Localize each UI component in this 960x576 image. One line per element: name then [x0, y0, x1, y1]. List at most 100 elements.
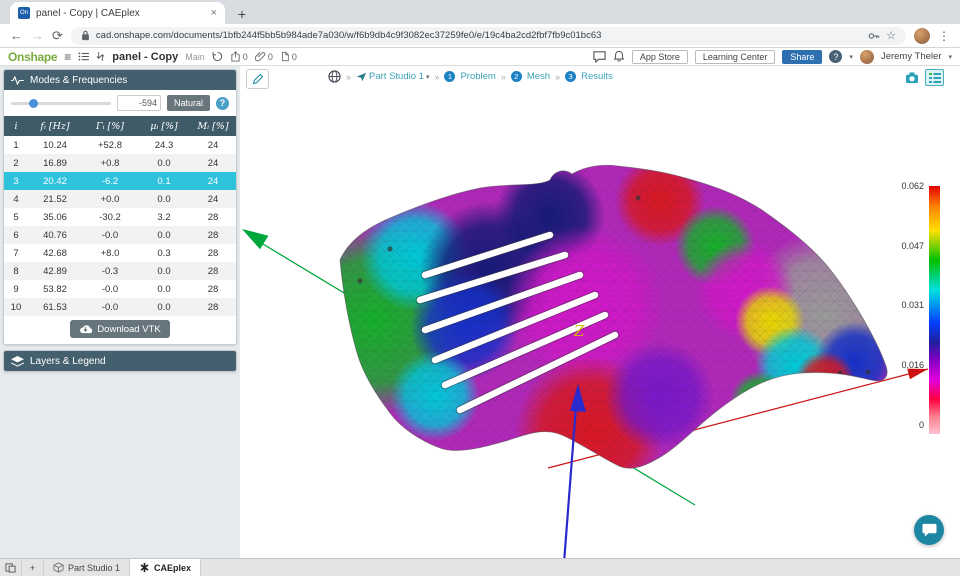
notifications-bell-icon[interactable] — [613, 50, 625, 63]
col-header-gamma[interactable]: Γᵢ [%] — [82, 116, 138, 136]
table-cell: -0.0 — [82, 298, 138, 316]
back-icon[interactable]: ← — [10, 29, 23, 42]
table-cell: 53.82 — [28, 280, 82, 298]
onshape-logo[interactable]: Onshape — [8, 50, 57, 64]
browser-profile-avatar[interactable] — [914, 28, 930, 44]
col-header-frequency[interactable]: fᵢ [Hz] — [28, 116, 82, 136]
app-store-button[interactable]: App Store — [632, 50, 688, 64]
table-cell: 20.42 — [28, 172, 82, 190]
table-row[interactable]: 320.42-6.20.124 — [4, 172, 236, 190]
table-cell: -30.2 — [82, 208, 138, 226]
scale-slider[interactable] — [11, 102, 111, 105]
user-menu-caret-icon[interactable]: ▾ — [948, 53, 952, 61]
table-row[interactable]: 742.68+8.00.328 — [4, 244, 236, 262]
col-header-index[interactable]: i — [4, 116, 28, 136]
table-row[interactable]: 421.52+0.00.024 — [4, 190, 236, 208]
new-tab-button[interactable]: + — [231, 4, 253, 24]
tab-caeplex[interactable]: CAEplex — [130, 559, 201, 576]
table-cell: 28 — [190, 262, 236, 280]
breadcrumb-label: Part Studio 1 — [369, 71, 424, 82]
table-row[interactable]: 1061.53-0.00.028 — [4, 298, 236, 316]
table-row[interactable]: 216.89+0.80.024 — [4, 154, 236, 172]
colorbar-label: 0.016 — [884, 360, 924, 370]
table-row[interactable]: 640.76-0.00.028 — [4, 226, 236, 244]
table-cell: 0.1 — [138, 172, 190, 190]
table-row[interactable]: 110.24+52.824.324 — [4, 136, 236, 154]
table-cell: 0.0 — [138, 154, 190, 172]
address-bar[interactable]: cad.onshape.com/documents/1bfb244f5bb5b9… — [71, 27, 906, 45]
breadcrumb-problem[interactable]: 1 Problem — [444, 71, 495, 82]
waveform-icon — [11, 76, 24, 85]
user-avatar[interactable] — [860, 50, 874, 64]
viewport-tools — [902, 69, 944, 86]
modes-panel-header[interactable]: Modes & Frequencies — [4, 70, 236, 90]
document-counter[interactable]: 0 — [280, 51, 297, 62]
onshape-favicon: On — [18, 7, 30, 19]
legend-toggle-button[interactable] — [925, 69, 944, 86]
tab-part-studio[interactable]: Part Studio 1 — [44, 559, 130, 576]
share-button[interactable]: Share — [782, 50, 822, 64]
browser-menu-icon[interactable]: ⋮ — [938, 29, 950, 43]
help-button[interactable]: ? — [829, 50, 842, 63]
table-cell: 0.0 — [138, 262, 190, 280]
table-cell: -0.0 — [82, 280, 138, 298]
help-circle-icon[interactable]: ? — [216, 97, 229, 110]
breadcrumb-part-studio[interactable]: Part Studio 1 ▾ — [356, 71, 429, 82]
modes-table-body: 110.24+52.824.324216.89+0.80.024320.42-6… — [4, 136, 236, 316]
table-cell: 1 — [4, 136, 28, 154]
bookmark-star-icon[interactable]: ☆ — [886, 29, 896, 42]
z-axis-label: Z — [574, 322, 584, 340]
col-header-mu[interactable]: μᵢ [%] — [138, 116, 190, 136]
browser-tab-title: panel - Copy | CAEplex — [36, 8, 205, 19]
forward-icon[interactable]: → — [31, 29, 44, 42]
share-count: 0 — [243, 52, 248, 62]
history-icon[interactable] — [212, 51, 223, 62]
scale-value-input[interactable] — [117, 95, 161, 111]
table-cell: +52.8 — [82, 136, 138, 154]
step-badge: 3 — [565, 71, 576, 82]
3d-scene[interactable] — [240, 66, 960, 558]
add-element-button[interactable]: + — [22, 559, 44, 576]
browser-tab[interactable]: On panel - Copy | CAEplex × — [10, 2, 225, 24]
workspace-name[interactable]: Main — [185, 52, 205, 62]
table-row[interactable]: 842.89-0.30.028 — [4, 262, 236, 280]
table-row[interactable]: 953.82-0.00.028 — [4, 280, 236, 298]
natural-button[interactable]: Natural — [167, 95, 210, 111]
key-icon[interactable] — [868, 30, 880, 42]
table-row[interactable]: 535.06-30.23.228 — [4, 208, 236, 226]
manage-tabs-button[interactable] — [0, 559, 22, 576]
help-caret-icon: ▾ — [849, 53, 853, 61]
table-cell: 28 — [190, 244, 236, 262]
part-studio-icon — [356, 71, 367, 82]
scale-controls: Natural ? — [4, 90, 236, 116]
comments-icon[interactable] — [593, 50, 606, 63]
breadcrumb-mesh[interactable]: 2 Mesh — [511, 71, 550, 82]
table-cell: -6.2 — [82, 172, 138, 190]
legend-list-icon — [929, 73, 941, 83]
breadcrumb: » Part Studio 1 ▾ » 1 Problem » 2 Mesh »… — [328, 70, 613, 83]
versions-icon[interactable] — [78, 52, 89, 61]
viewport[interactable]: » Part Studio 1 ▾ » 1 Problem » 2 Mesh »… — [240, 66, 960, 558]
tab-label: Part Studio 1 — [68, 563, 120, 573]
fea-mesh-plate[interactable] — [280, 146, 910, 506]
table-cell: 0.0 — [138, 226, 190, 244]
screenshot-button[interactable] — [902, 69, 921, 86]
modes-panel: Modes & Frequencies Natural ? i fᵢ [Hz] … — [3, 69, 237, 345]
follow-mode-icon[interactable] — [96, 51, 105, 62]
slider-thumb-icon[interactable] — [29, 99, 38, 108]
breadcrumb-results[interactable]: 3 Results — [565, 71, 613, 82]
edit-button[interactable] — [246, 69, 269, 89]
download-vtk-button[interactable]: Download VTK — [70, 320, 169, 338]
share-counter[interactable]: 0 — [230, 51, 248, 62]
layers-panel-header[interactable]: Layers & Legend — [4, 351, 236, 371]
reload-icon[interactable]: ⟳ — [52, 29, 63, 42]
chat-widget-button[interactable] — [914, 515, 944, 545]
table-cell: 24.3 — [138, 136, 190, 154]
col-header-mass[interactable]: Mᵢ [%] — [190, 116, 236, 136]
table-cell: 0.0 — [138, 280, 190, 298]
document-menu-icon[interactable]: ≡ — [64, 50, 71, 64]
learning-center-button[interactable]: Learning Center — [695, 50, 776, 64]
globe-icon[interactable] — [328, 70, 341, 83]
link-counter[interactable]: 0 — [255, 51, 273, 62]
close-tab-icon[interactable]: × — [211, 7, 217, 19]
